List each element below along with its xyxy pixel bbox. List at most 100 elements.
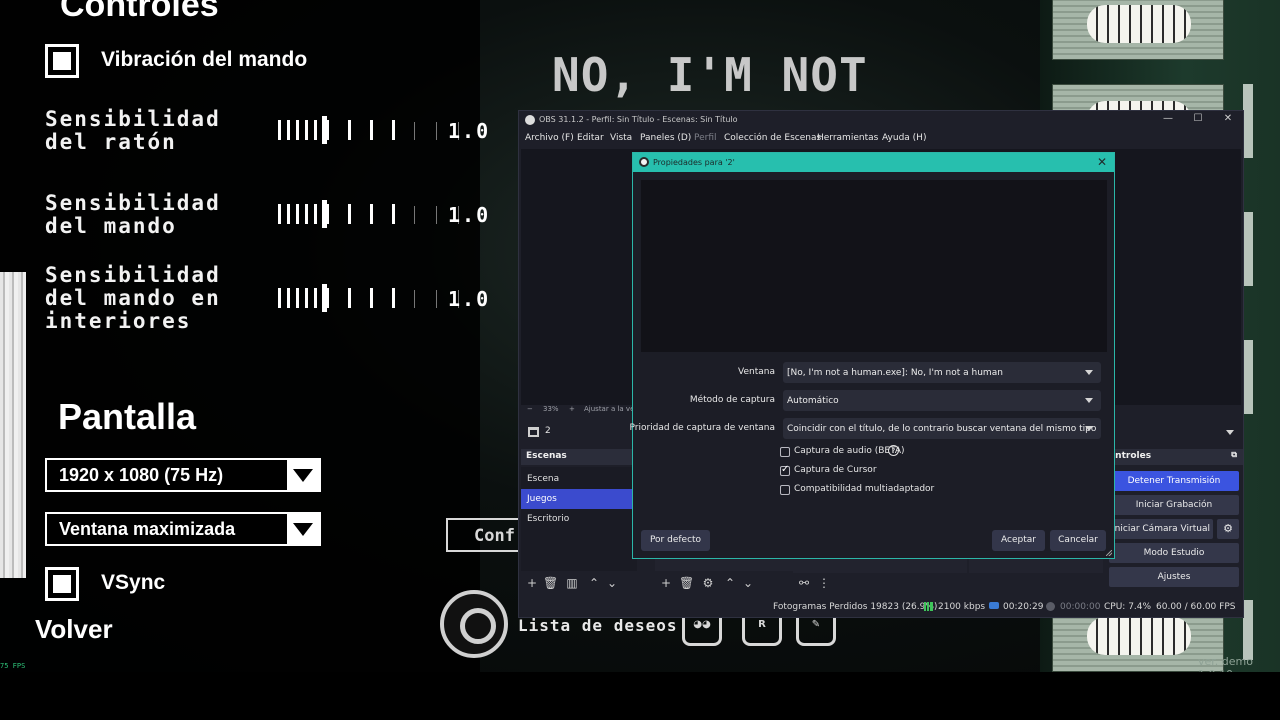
audio-capture-checkbox[interactable]: Captura de audio (BETA) ? [780, 445, 920, 460]
menu-editar[interactable]: Editar [577, 133, 604, 143]
gear-icon[interactable]: ⚙ [701, 576, 715, 590]
display-mode-select[interactable]: Ventana maximizada [45, 512, 321, 546]
section-pantalla-title: Pantalla [58, 396, 197, 437]
confirm-button[interactable]: Conf [446, 518, 526, 552]
slider-tick [278, 204, 281, 224]
add-icon[interactable]: + [659, 576, 673, 590]
priority-select[interactable]: Coincidir con el título, de lo contrario… [783, 418, 1101, 439]
poster-title: NO, I'M NOT [552, 48, 868, 102]
link-icon[interactable]: ⚯ [797, 576, 811, 590]
back-button[interactable]: Volver [35, 614, 113, 645]
move-down-icon[interactable]: ⌄ [605, 576, 619, 590]
wishlist-label: Lista de deseos [518, 616, 678, 635]
cursor-capture-checkbox[interactable]: Captura de Cursor [780, 464, 920, 479]
sources-toolbar: + 🗑 ⚙ ⌃ ⌄ [657, 573, 787, 593]
menu-archivo[interactable]: Archivo (F) [525, 133, 574, 143]
checkbox-box[interactable] [780, 485, 790, 495]
checkbox-box[interactable] [780, 464, 790, 476]
resolution-select[interactable]: 1920 x 1080 (75 Hz) [45, 458, 321, 492]
properties-titlebar: Propiedades para '2' ✕ [633, 153, 1114, 172]
accept-button[interactable]: Aceptar [992, 530, 1045, 551]
slider-knob[interactable] [322, 284, 327, 312]
vibration-checkbox[interactable] [45, 44, 79, 78]
controls-dock-header: ontroles ⧉ [1107, 449, 1243, 465]
menu-coleccion-escenas[interactable]: Colección de Escenas [724, 133, 821, 143]
chevron-down-icon [1085, 398, 1093, 403]
slider-tick [296, 120, 299, 140]
stop-stream-button[interactable]: Detener Transmisión [1109, 471, 1239, 491]
mouse-sensitivity-value: 1.0 [448, 119, 491, 143]
resize-grip-icon[interactable] [1106, 550, 1112, 556]
slider-tick [287, 288, 290, 308]
multiadapter-checkbox[interactable]: Compatibilidad multiadaptador [780, 484, 940, 498]
undock-icon[interactable]: ⧉ [1231, 450, 1237, 460]
menu-vista[interactable]: Vista [610, 133, 632, 143]
maximize-icon[interactable]: ☐ [1183, 113, 1213, 124]
trash-icon[interactable]: 🗑 [679, 576, 694, 590]
filter-icon[interactable]: ▥ [565, 576, 579, 590]
scene-item-escena[interactable]: Escena [521, 469, 637, 489]
virtual-camera-settings-icon[interactable]: ⚙ [1217, 519, 1239, 539]
slider-tick [414, 206, 415, 224]
zoom-out-button[interactable]: − [527, 405, 533, 413]
side-strip [1243, 212, 1253, 286]
priority-value: Coincidir con el título, de lo contrario… [787, 424, 1097, 434]
move-down-icon[interactable]: ⌄ [741, 576, 755, 590]
studio-mode-button[interactable]: Modo Estudio [1109, 543, 1239, 563]
window-value: [No, I'm not a human.exe]: No, I'm not a… [787, 368, 1003, 378]
scene-item-escritorio[interactable]: Escritorio [521, 509, 637, 529]
start-recording-button[interactable]: Iniciar Grabación [1109, 495, 1239, 515]
help-icon[interactable]: ? [888, 445, 899, 456]
defaults-button[interactable]: Por defecto [641, 530, 710, 551]
menu-perfil[interactable]: Perfil [694, 133, 717, 143]
start-virtual-camera-button[interactable]: Iniciar Cámara Virtual [1109, 519, 1213, 539]
chevron-down-icon [287, 460, 319, 490]
current-source-name: 2 [545, 426, 551, 436]
slider-tick [305, 288, 308, 308]
close-icon[interactable]: ✕ [1095, 155, 1109, 169]
slider-tick [392, 120, 395, 140]
slider-knob[interactable] [322, 116, 327, 144]
stream-icon [989, 602, 999, 609]
window-select[interactable]: [No, I'm not a human.exe]: No, I'm not a… [783, 362, 1101, 383]
slider-knob[interactable] [322, 200, 327, 228]
trash-icon[interactable]: 🗑 [543, 576, 558, 590]
slider-tick [278, 288, 281, 308]
fps-overlay: 75 FPS [0, 662, 26, 670]
vsync-checkbox[interactable] [45, 567, 79, 601]
more-icon[interactable]: ⋮ [817, 576, 831, 590]
close-icon[interactable]: ✕ [1213, 113, 1243, 124]
cancel-button[interactable]: Cancelar [1050, 530, 1106, 551]
menu-herramientas[interactable]: Herramientas [817, 133, 878, 143]
side-strip [1243, 600, 1253, 660]
add-icon[interactable]: + [525, 576, 539, 590]
slider-tick [278, 120, 281, 140]
zoom-fit-button[interactable]: Ajustar a la ve [584, 405, 634, 413]
scenes-list: Escena Juegos Escritorio [521, 467, 637, 571]
slider-tick [305, 120, 308, 140]
move-up-icon[interactable]: ⌃ [723, 576, 737, 590]
obs-logo-icon [639, 157, 649, 167]
move-up-icon[interactable]: ⌃ [587, 576, 601, 590]
zoom-in-button[interactable]: + [569, 405, 575, 413]
capture-method-select[interactable]: Automático [783, 390, 1101, 411]
vibration-label: Vibración del mando [101, 48, 308, 71]
chevron-down-icon [1085, 370, 1093, 375]
slider-tick [348, 120, 351, 140]
scene-item-juegos[interactable]: Juegos [521, 489, 637, 509]
resolution-value: 1920 x 1080 (75 Hz) [59, 465, 224, 485]
menu-paneles[interactable]: Paneles (D) [640, 133, 691, 143]
slider-tick [305, 204, 308, 224]
slider-tick [314, 204, 317, 224]
settings-button[interactable]: Ajustes [1109, 567, 1239, 587]
checkbox-box[interactable] [780, 447, 790, 457]
window-source-icon [528, 427, 539, 437]
capture-method-label: Método de captura [689, 395, 775, 405]
chevron-down-icon[interactable] [1226, 430, 1234, 435]
menu-ayuda[interactable]: Ayuda (H) [882, 133, 926, 143]
minimize-icon[interactable]: — [1153, 113, 1183, 124]
slider-tick [287, 120, 290, 140]
zoom-value: 33% [543, 405, 559, 413]
scenes-dock-header: Escenas [521, 449, 637, 465]
multiadapter-label: Compatibilidad multiadaptador [794, 484, 935, 494]
